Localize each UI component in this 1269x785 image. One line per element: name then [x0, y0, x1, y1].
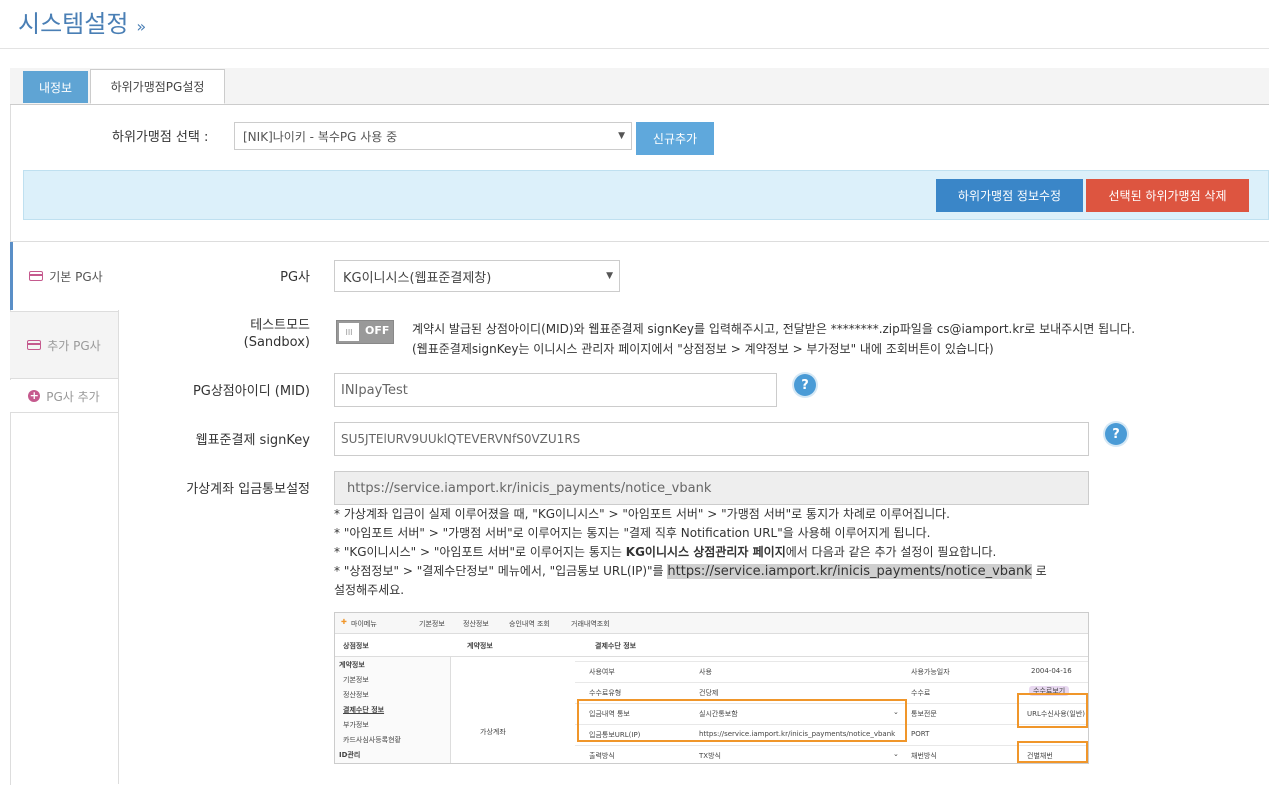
screenshot-cell: 출력방식 [589, 752, 615, 760]
note-text: 로 [1031, 564, 1047, 578]
screenshot-cell: TX방식 [699, 752, 721, 760]
note-line: * "상점정보" > "결제수단정보" 메뉴에서, "입금통보 URL(IP)"… [334, 562, 1094, 581]
note-url-highlight: https://service.iamport.kr/inicis_paymen… [667, 564, 1032, 579]
screenshot-menu-item: 마이메뉴 [351, 620, 377, 628]
page-title: 시스템설정 » [18, 4, 146, 39]
screenshot-cell: 2004-04-16 [1031, 667, 1072, 675]
pg-select-value: KG이니시스(웹표준결제창) [343, 270, 492, 286]
signkey-hint: (웹표준결제signKey는 이니시스 관리자 페이지에서 "상점정보 > 계약… [412, 342, 994, 356]
credit-card-icon [29, 271, 44, 281]
screenshot-cell: 사용 [699, 668, 712, 676]
screenshot-menu-item: 정산정보 [463, 620, 489, 628]
delete-merchant-button[interactable]: 선택된 하위가맹점 삭제 [1086, 179, 1249, 212]
sidebar-item-label: PG사 추가 [46, 389, 100, 404]
screenshot-menu-item: 거래내역조회 [571, 620, 610, 628]
screenshot-sidebar: 계약정보 기본정보 정산정보 결제수단 정보 부가정보 카드사심사등록현황 ID… [335, 657, 451, 763]
note-text: * "상점정보" > "결제수단정보" 메뉴에서, "입금통보 URL(IP)"… [334, 564, 668, 578]
vbank-label: 가상계좌 입금통보설정 [186, 482, 310, 497]
screenshot-side-item: 기본정보 [343, 676, 369, 684]
header-divider [0, 48, 1269, 49]
screenshot-menu-item: 승인내역 조회 [509, 620, 550, 628]
test-mode-description: 계약시 발급된 상점아이디(MID)와 웹표준결제 signKey를 입력해주시… [412, 322, 1136, 336]
screenshot-side-item: 부가정보 [343, 721, 369, 729]
breadcrumb-chevron-icon: » [136, 17, 147, 36]
help-icon[interactable]: ? [794, 374, 816, 396]
edit-merchant-button[interactable]: 하위가맹점 정보수정 [936, 179, 1083, 212]
screenshot-tab: 결제수단 정보 [595, 642, 637, 650]
tab-my-info[interactable]: 내정보 [23, 71, 88, 103]
test-mode-label: 테스트모드 [250, 318, 310, 333]
merchant-select-value: [NIK]나이키 - 복수PG 사용 중 [243, 129, 398, 144]
highlight-box [577, 699, 907, 742]
toggle-state-text: OFF [365, 324, 390, 337]
note-line: * "KG이니시스" > "아임포트 서버"로 이루어지는 통지는 KG이니시스… [334, 543, 1094, 562]
screenshot-side-item: 결제수단 정보 [343, 706, 385, 714]
screenshot-menu: ✚ 마이메뉴 기본정보 정산정보 승인내역 조회 거래내역조회 [335, 613, 1088, 634]
test-mode-toggle[interactable]: III OFF [336, 320, 394, 344]
tab-sub-merchant-pg[interactable]: 하위가맹점PG설정 [90, 69, 225, 104]
highlight-box [1017, 741, 1088, 763]
credit-card-icon [27, 340, 42, 350]
pg-label: PG사 [280, 270, 310, 285]
vbank-url-input: https://service.iamport.kr/inicis_paymen… [334, 471, 1089, 505]
merchant-select-label: 하위가맹점 선택 : [112, 130, 209, 145]
screenshot-cell: 수수료 [911, 689, 931, 697]
screenshot-cell: 사용가능일자 [911, 668, 950, 676]
sandbox-label: (Sandbox) [243, 335, 310, 350]
chevron-down-icon: ⌄ [893, 750, 899, 758]
screenshot-section-label: 가상계좌 [480, 728, 506, 736]
section-divider [10, 241, 1269, 242]
pg-select[interactable]: KG이니시스(웹표준결제창) ▼ [334, 260, 620, 292]
toggle-knob: III [339, 323, 359, 341]
mid-label: PG상점아이디 (MID) [192, 384, 310, 399]
screenshot-cell: 채번방식 [911, 752, 937, 760]
highlight-box [1017, 693, 1088, 728]
screenshot-side-item: 정산정보 [343, 691, 369, 699]
sidebar-item-label: 기본 PG사 [49, 269, 103, 284]
screenshot-tab: 상점정보 [343, 642, 369, 650]
note-text: * "KG이니시스" > "아임포트 서버"로 이루어지는 통지는 [334, 545, 626, 559]
plus-icon: ✚ [341, 618, 347, 626]
screenshot-cell: 건당제 [699, 689, 719, 697]
chevron-down-icon: ▼ [618, 131, 625, 141]
mid-input[interactable]: INIpayTest [334, 373, 777, 407]
note-text: 에서 다음과 같은 추가 설정이 필요합니다. [785, 545, 997, 559]
screenshot-side-item: 계약정보 [339, 661, 365, 669]
signkey-input[interactable]: SU5JTElURV9UUklQTEVERVNfS0VZU1RS [334, 422, 1089, 456]
screenshot-menu-item: 기본정보 [419, 620, 445, 628]
screenshot-tabs: 상점정보 계약정보 결제수단 정보 [335, 634, 1088, 657]
help-icon[interactable]: ? [1105, 423, 1127, 445]
note-line: * 가상계좌 입금이 실제 이루어졌을 때, "KG이니시스" > "아임포트 … [334, 507, 950, 521]
sidebar-item-label: 추가 PG사 [47, 338, 101, 353]
screenshot-cell: 수수료유형 [589, 689, 622, 697]
sidebar-item-basic-pg[interactable]: 기본 PG사 [10, 242, 119, 310]
screenshot-tab: 계약정보 [467, 642, 493, 650]
page-title-text: 시스템설정 [18, 10, 129, 38]
signkey-label: 웹표준결제 signKey [195, 433, 310, 448]
chevron-down-icon: ▼ [606, 271, 613, 281]
add-merchant-button[interactable]: 신규추가 [636, 122, 714, 155]
sidebar-item-add-pg[interactable]: + PG사 추가 [10, 380, 118, 413]
note-line: * "아임포트 서버" > "가맹점 서버"로 이루어지는 통지는 "결제 직후… [334, 526, 931, 540]
screenshot-cell: 사용여부 [589, 668, 615, 676]
inicis-admin-screenshot: ✚ 마이메뉴 기본정보 정산정보 승인내역 조회 거래내역조회 상점정보 계약정… [334, 612, 1089, 764]
note-line: 설정해주세요. [334, 583, 405, 597]
plus-circle-icon: + [28, 389, 41, 402]
sidebar-item-additional-pg[interactable]: 추가 PG사 [10, 311, 118, 379]
screenshot-side-item: ID관리 [339, 751, 361, 759]
screenshot-cell: PORT [911, 730, 930, 738]
note-bold: KG이니시스 상점관리자 페이지 [625, 545, 786, 559]
vbank-notes: * 가상계좌 입금이 실제 이루어졌을 때, "KG이니시스" > "아임포트 … [334, 505, 1094, 600]
merchant-select[interactable]: [NIK]나이키 - 복수PG 사용 중 ▼ [234, 122, 632, 150]
screenshot-side-item: 카드사심사등록현황 [343, 736, 401, 744]
screenshot-cell: 통보전문 [911, 710, 937, 718]
